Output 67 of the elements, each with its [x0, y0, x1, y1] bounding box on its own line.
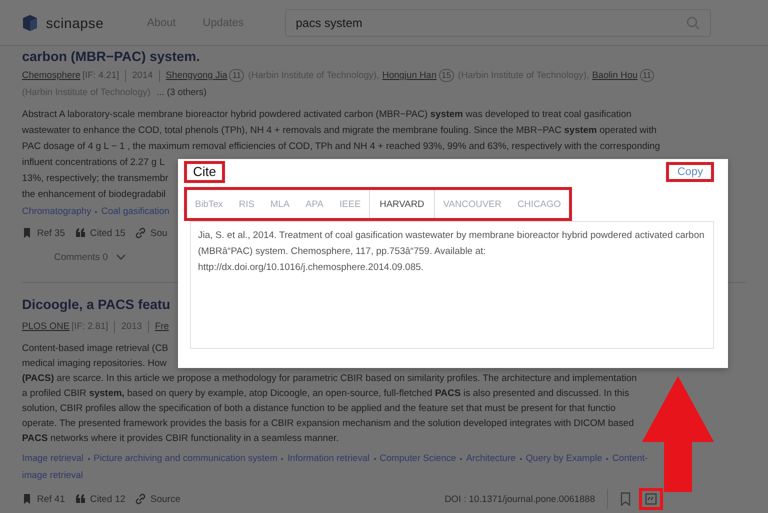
logo-text[interactable]: scinapse: [46, 14, 104, 30]
action-link[interactable]: Ref 41: [37, 494, 65, 504]
keyword-link[interactable]: image retrieval: [22, 467, 83, 484]
journal-link[interactable]: Chemosphere: [22, 70, 80, 80]
action-link[interactable]: Cited 15: [90, 228, 126, 238]
keyword-link[interactable]: Picture archiving and communication system: [94, 450, 278, 467]
copy-link[interactable]: Copy: [666, 162, 714, 182]
keyword-link[interactable]: Information retrieval: [287, 450, 370, 467]
paper-title[interactable]: Dicoogle, a PACS featu: [22, 295, 170, 315]
keyword-link[interactable]: Image retrieval: [22, 450, 84, 467]
comments-toggle[interactable]: Comments 0: [54, 252, 126, 263]
abstract-line: solution, CBIR profiles allow the specification of both a distance function to be applied and the feature set that must be present for that functio: [22, 402, 616, 416]
doi-text: DOI : 10.1371/journal.pone.0061888: [444, 494, 595, 504]
cite-button[interactable]: [639, 488, 663, 510]
abstract-line: a profiled CBIR system, based on query by example, atop Dicoogle, an open-source, full-fletched PACS is also presented and discussed. In this: [22, 387, 630, 401]
author-link[interactable]: Fre: [154, 321, 169, 331]
dialog-title: Cite: [184, 161, 226, 183]
keyword-link[interactable]: Query by Example: [526, 450, 602, 467]
link-icon[interactable]: [135, 493, 146, 505]
abstract-line: Abstract A laboratory-scale membrane bioreactor hybrid powdered activated carbon (MBR−PAC) system was developed to treat coal gasification: [22, 108, 632, 122]
search-field[interactable]: pacs system: [284, 8, 711, 36]
format-tab[interactable]: IEEE: [331, 190, 369, 218]
abstract-line: operate. The presented framework provides the basis for a CBIR expansion mechanism and the solution developed integrates with DICOM based: [22, 417, 634, 431]
format-tab[interactable]: BibTex: [187, 190, 231, 218]
abstract-line: PACS networks where it provides CBIR functionality in a seamless manner.: [22, 432, 339, 446]
format-tab[interactable]: HARVARD: [368, 190, 436, 218]
keyword-link[interactable]: Computer Science: [380, 450, 456, 467]
bookmark-icon[interactable]: [22, 227, 33, 239]
keyword-link[interactable]: Chromatography: [22, 203, 92, 220]
abstract-line: PAC dosage of 4 g L − 1 , the maximum removal efficiencies of COD, TPh and NH 4 + reached 93%, 99% and 63%, respectively with the corresponding: [22, 140, 660, 154]
author-count-badge: 11: [229, 69, 244, 82]
action-link[interactable]: Cited 12: [90, 494, 126, 504]
format-tab[interactable]: VANCOUVER: [435, 190, 510, 218]
paper-title[interactable]: carbon (MBR−PAC) system.: [22, 47, 200, 67]
abstract-line: (PACS) are scarce. In this article we propose a methodology for parametric CBIR based on similarity profiles. The architecture and implementation: [22, 372, 637, 386]
author-count-badge: 15: [438, 69, 454, 82]
quote-icon[interactable]: [75, 227, 86, 239]
quote-icon[interactable]: [75, 493, 86, 505]
author-count-badge: 11: [640, 69, 654, 82]
format-tab[interactable]: CHICAGO: [509, 190, 569, 218]
chevron-down-icon: [116, 254, 126, 261]
format-tab[interactable]: MLA: [262, 190, 298, 218]
author-link[interactable]: Baolin Hou: [592, 70, 638, 80]
cube-logo-icon: [22, 14, 38, 32]
action-link[interactable]: Ref 35: [37, 228, 65, 238]
keyword-link[interactable]: Architecture: [466, 450, 516, 467]
abstract-line: wastewater to enhance the COD, total phenols (TPh), NH 4 + removals and migrate the membrane fouling. Since the MBR−PAC system operated with: [22, 124, 657, 138]
journal-link[interactable]: PLOS ONE: [22, 321, 70, 331]
bookmark-icon[interactable]: [22, 493, 33, 505]
more-authors-text: ... (3 others): [156, 87, 207, 97]
abstract-line: Content-based image retrieval (CB: [22, 342, 168, 356]
keyword-link[interactable]: Content-: [612, 450, 648, 467]
abstract-line: influent concentrations of 2.27 g L: [22, 156, 165, 170]
format-tab[interactable]: RIS: [230, 190, 262, 218]
action-link[interactable]: Source: [150, 494, 180, 504]
quote-document-icon: [645, 493, 657, 505]
author-link[interactable]: Shengyong Jia: [166, 70, 228, 80]
action-link[interactable]: Sou: [150, 228, 168, 238]
abstract-line: 13%, respectively; the transmembr: [22, 172, 168, 186]
abstract-line: the enhancement of biodegradabil: [22, 188, 166, 202]
link-icon[interactable]: [135, 227, 146, 239]
abstract-line: medical imaging repositories. How: [22, 357, 167, 371]
bookmark-outline-icon[interactable]: [620, 492, 631, 506]
format-tab[interactable]: APA: [298, 190, 332, 218]
author-link[interactable]: Hongjun Han: [382, 70, 437, 80]
citation-field[interactable]: Jia, S. et al., 2014. Treatment of coal gasification wastewater by membrane bioreactor hybrid powdered activated carbon (MBRâ“PAC) system. Chemosphere, 117, pp.753â“759. Available at: http://dx.doi.org/10.1016/j.chemosphere.2014.09.085.: [190, 221, 714, 349]
keyword-link[interactable]: Coal gasification: [101, 203, 170, 220]
